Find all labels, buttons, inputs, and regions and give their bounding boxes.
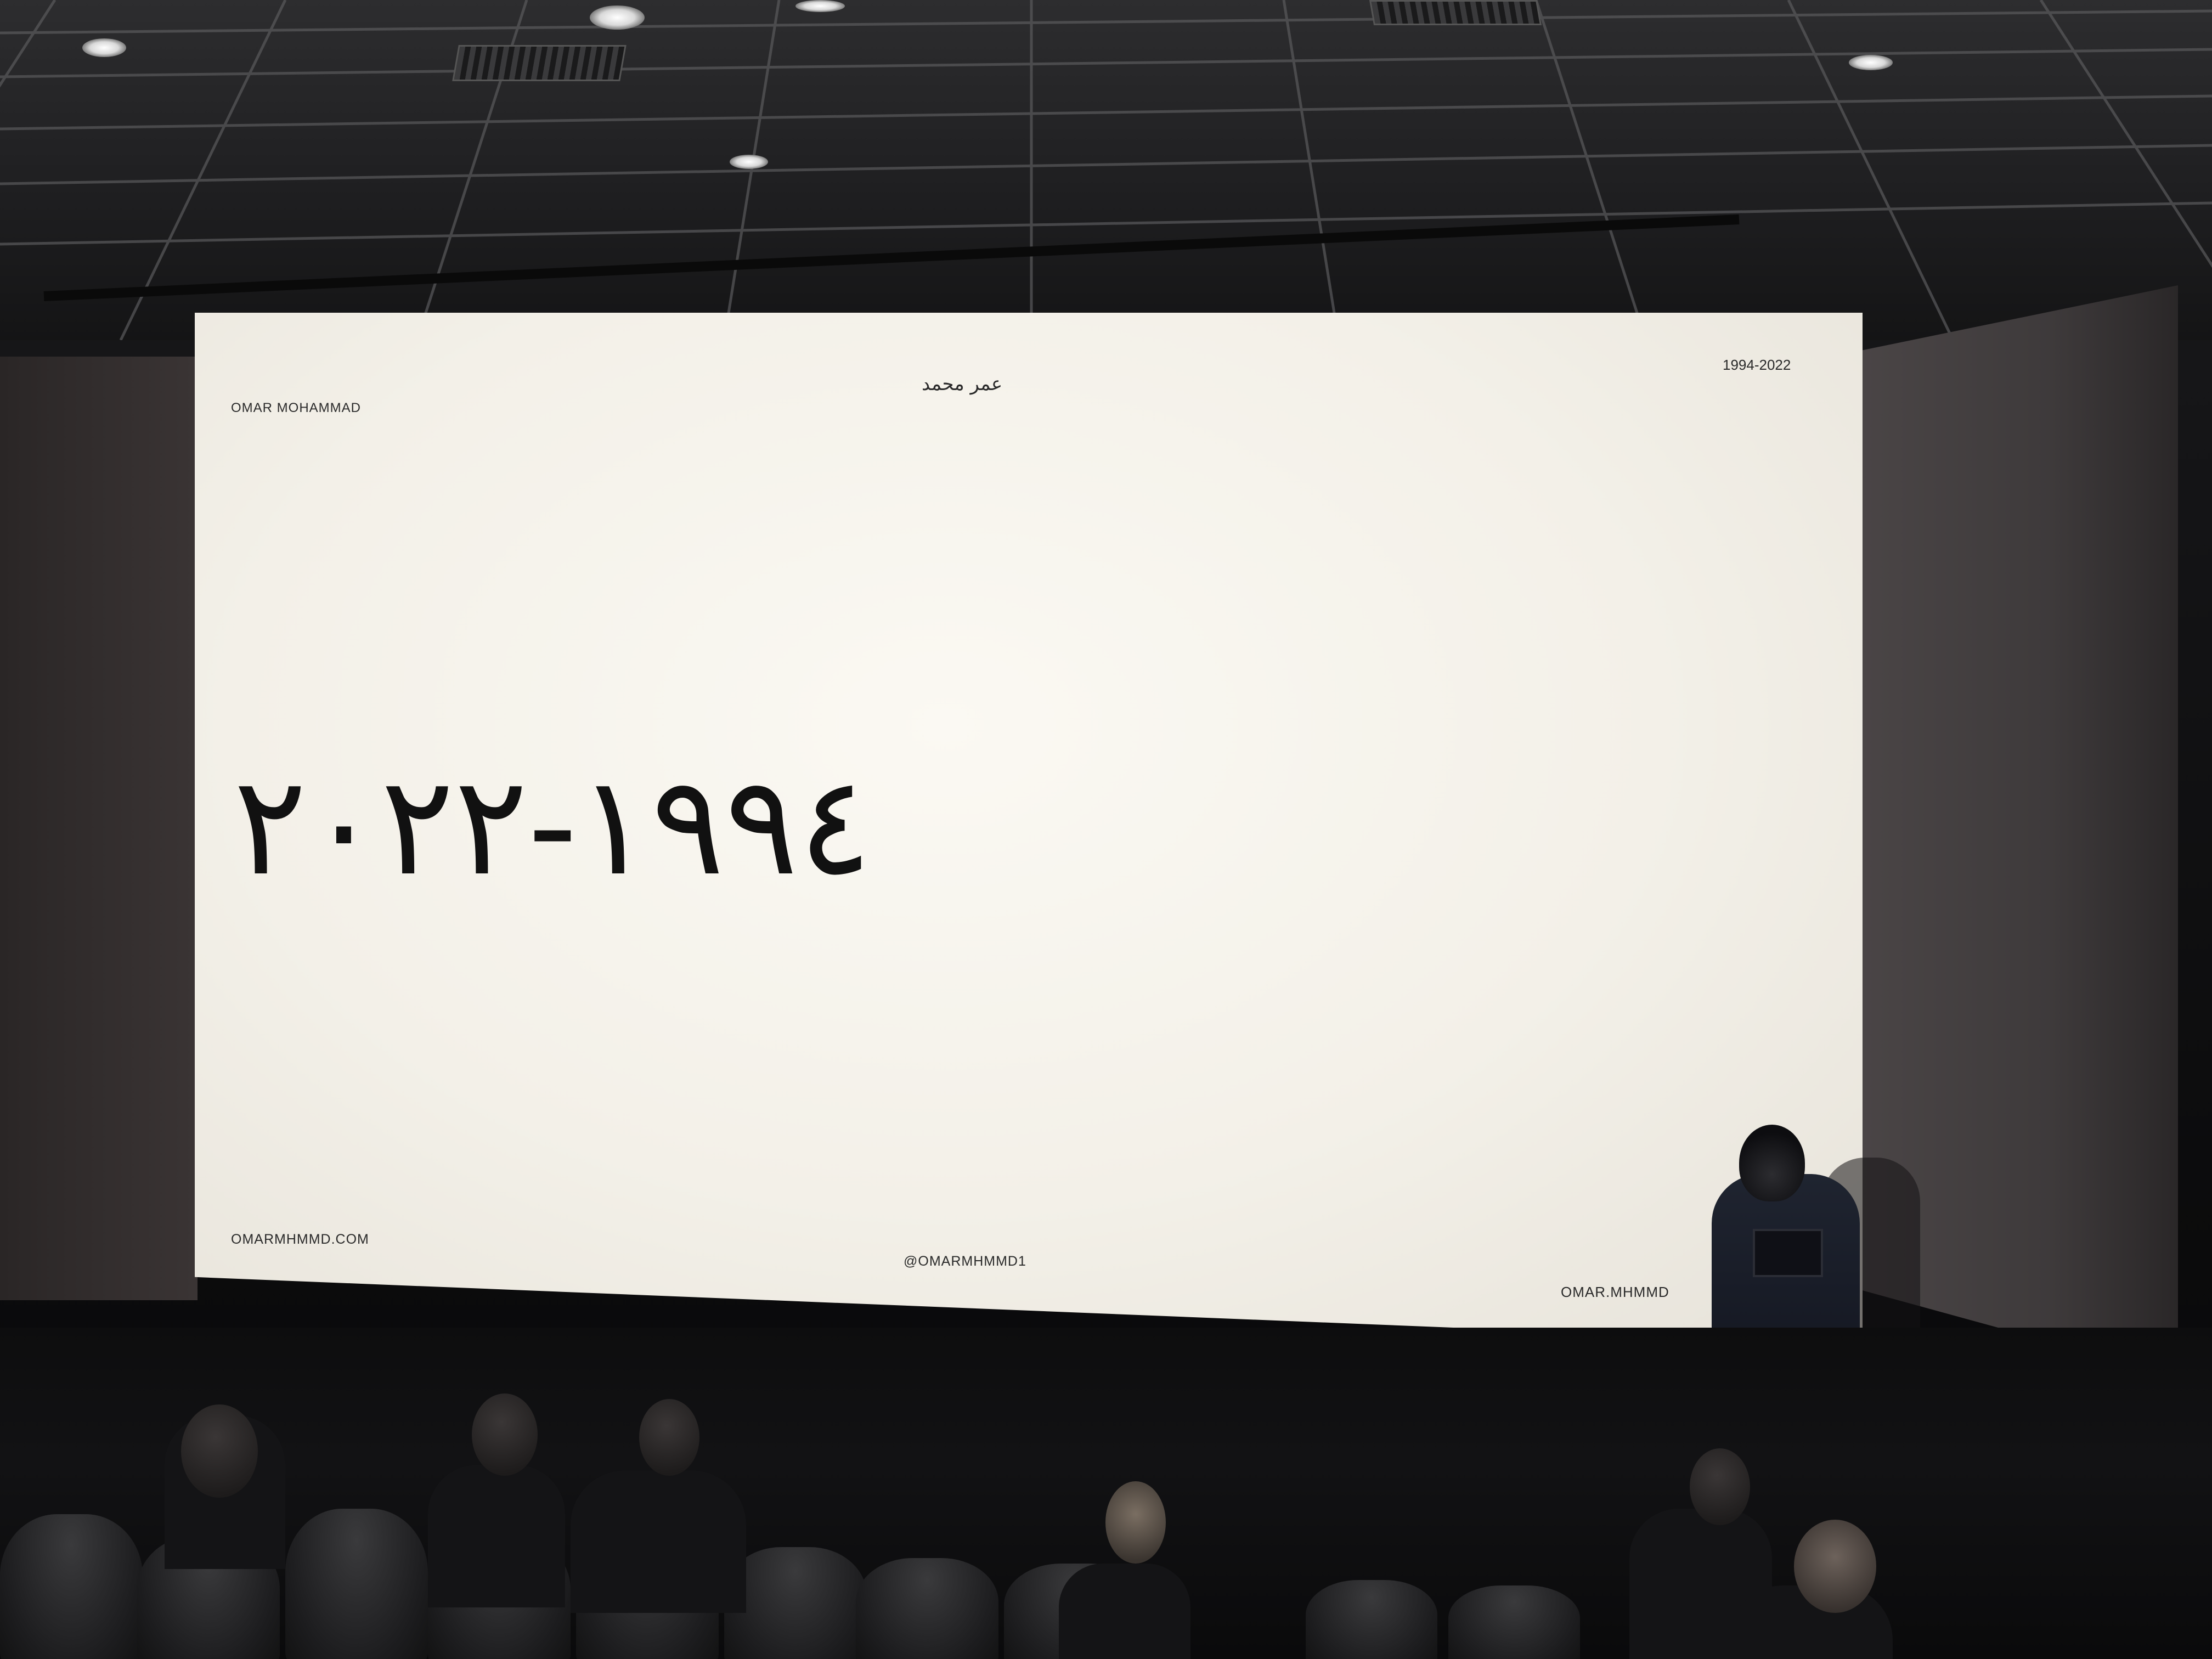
audience-member [571, 1470, 746, 1613]
presenter-head [1739, 1125, 1805, 1201]
ceiling-light [795, 0, 845, 12]
theater-scene: OMAR MOHAMMAD عمر محمد 1994-2022 ١٩٩٤-٢٠… [0, 0, 2212, 1659]
seat [285, 1509, 428, 1659]
slide-name-english: OMAR MOHAMMAD [231, 400, 361, 415]
ceiling-light [1849, 55, 1893, 70]
audience-head [181, 1404, 258, 1498]
projection-screen: OMAR MOHAMMAD عمر محمد 1994-2022 ١٩٩٤-٢٠… [195, 313, 1863, 1344]
ceiling-light [730, 155, 768, 169]
slide-years-small: 1994-2022 [1723, 357, 1791, 373]
audience-head [1105, 1481, 1166, 1564]
seat [0, 1514, 143, 1659]
ceiling [0, 0, 2212, 340]
ceiling-vent [452, 45, 627, 81]
slide-website: OMARMHMMD.COM [231, 1232, 369, 1247]
ceiling-grid [0, 0, 2212, 340]
audience-head [1794, 1520, 1876, 1613]
ceiling-light [590, 5, 645, 30]
slide-name-arabic: عمر محمد [922, 373, 1003, 395]
stage-floor [0, 1328, 2212, 1659]
seat [856, 1558, 998, 1659]
audience-member [1059, 1564, 1190, 1659]
left-wall [0, 357, 198, 1300]
slide-years-arabic: ١٩٩٤-٢٠٢٢ [233, 746, 872, 906]
audience-member [428, 1465, 565, 1607]
slide-handle-right: OMAR.MHMMD [1561, 1284, 1669, 1300]
ceiling-light [82, 38, 126, 57]
seat [1306, 1580, 1437, 1659]
audience-head [639, 1399, 699, 1476]
audience-head [1690, 1448, 1750, 1525]
slide-handle-center: @OMARMHMMD1 [904, 1254, 1026, 1269]
laptop [1753, 1229, 1823, 1277]
audience-head [472, 1393, 538, 1476]
seat [1448, 1585, 1580, 1659]
ceiling-vent [1369, 0, 1542, 25]
